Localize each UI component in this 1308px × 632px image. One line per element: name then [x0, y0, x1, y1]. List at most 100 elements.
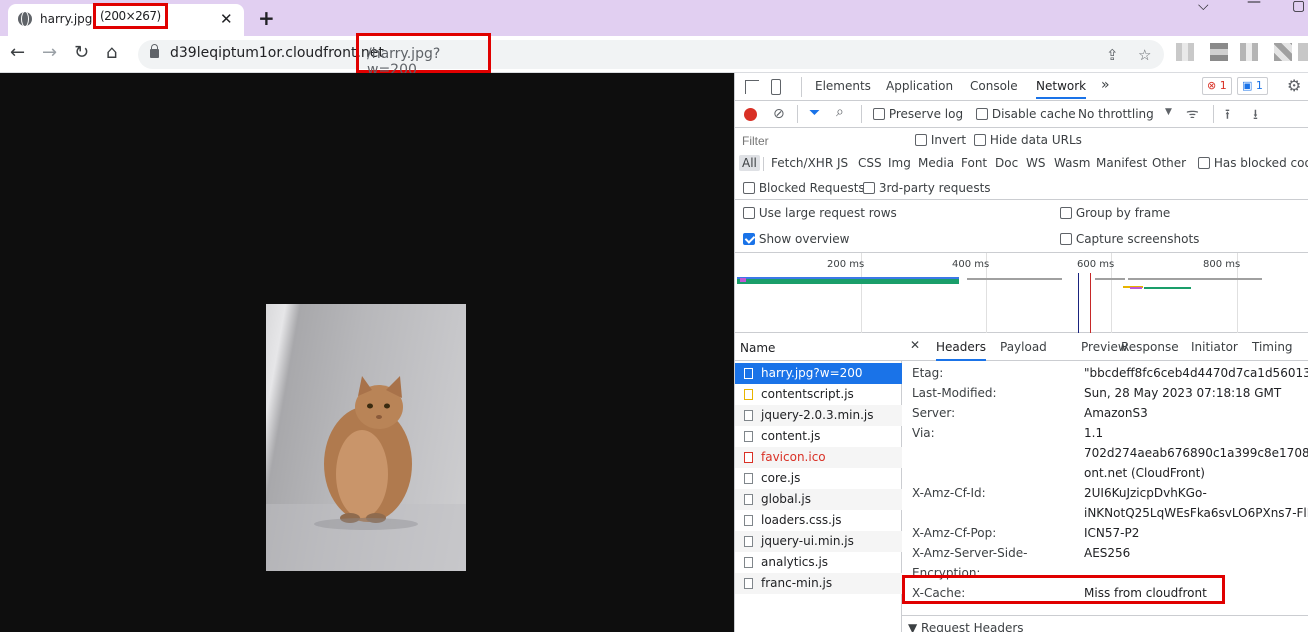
import-har-icon[interactable]: ⭱ — [1225, 104, 1230, 128]
disable-cache-checkbox[interactable]: Disable cache — [976, 107, 1076, 121]
tab-timing[interactable]: Timing — [1252, 340, 1293, 354]
type-img[interactable]: Img — [888, 156, 911, 170]
inspect-icon[interactable] — [745, 80, 759, 94]
reload-button[interactable]: ↻ — [74, 42, 89, 63]
clear-icon[interactable]: ⊘ — [773, 106, 785, 122]
type-other[interactable]: Other — [1152, 156, 1186, 170]
request-row[interactable]: contentscript.js — [735, 384, 902, 405]
checkbox[interactable] — [743, 182, 755, 194]
request-headers-section[interactable]: ▼ Request Headers — [902, 615, 1308, 632]
invert-checkbox[interactable]: Invert — [915, 133, 966, 147]
hide-data-urls-checkbox[interactable]: Hide data URLs — [974, 133, 1082, 147]
chevron-down-icon[interactable]: ⌵ — [1198, 0, 1209, 14]
large-rows-checkbox[interactable]: Use large request rows — [743, 206, 897, 220]
network-toolbar: ⊘ ⏷ ⌕ Preserve log Disable cache No thro… — [735, 101, 1308, 128]
type-all[interactable]: All — [739, 155, 760, 171]
request-row[interactable]: favicon.ico — [735, 447, 902, 468]
tab-network[interactable]: Network — [1036, 79, 1087, 99]
type-fetch-xhr[interactable]: Fetch/XHR — [771, 156, 833, 170]
checkbox[interactable] — [1060, 233, 1072, 245]
timeline-bar — [1128, 278, 1262, 280]
tab-application[interactable]: Application — [886, 79, 953, 93]
checkbox[interactable] — [915, 134, 927, 146]
minimize-button[interactable]: — — [1247, 0, 1261, 10]
tab-headers[interactable]: Headers — [936, 340, 986, 361]
request-headers-toggle[interactable]: ▼ Request Headers — [908, 621, 1024, 632]
message-badge[interactable]: ▣ 1 — [1237, 77, 1268, 95]
filter-icon[interactable]: ⏷ — [809, 105, 820, 121]
profile-avatar[interactable] — [1298, 43, 1308, 61]
type-manifest[interactable]: Manifest — [1096, 156, 1147, 170]
export-har-icon[interactable]: ⭳ — [1253, 104, 1258, 128]
type-js[interactable]: JS — [837, 156, 848, 170]
extension-icon[interactable] — [1274, 43, 1292, 61]
tab-response[interactable]: Response — [1121, 340, 1179, 354]
address-bar[interactable]: d39leqiptum1or.cloudfront.net /harry.jpg… — [138, 33, 1164, 78]
record-button[interactable] — [744, 108, 757, 121]
throttling-value: No throttling — [1078, 107, 1154, 121]
new-tab-button[interactable]: + — [258, 6, 275, 30]
type-css[interactable]: CSS — [858, 156, 882, 170]
preserve-log-checkbox[interactable]: Preserve log — [873, 107, 963, 121]
dropdown-arrow-icon[interactable]: ▼ — [1165, 107, 1172, 117]
type-wasm[interactable]: Wasm — [1054, 156, 1090, 170]
error-badge[interactable]: ⊗ 1 — [1202, 77, 1232, 95]
throttling-select[interactable]: No throttling — [1078, 107, 1154, 121]
type-ws[interactable]: WS — [1026, 156, 1045, 170]
third-party-checkbox[interactable]: 3rd-party requests — [863, 181, 991, 195]
has-blocked-cookies-label: Has blocked cook — [1213, 156, 1308, 170]
checkbox[interactable] — [743, 207, 755, 219]
group-by-frame-checkbox[interactable]: Group by frame — [1060, 206, 1170, 220]
network-overview[interactable]: 200 ms 400 ms 600 ms 800 ms — [735, 253, 1308, 333]
capture-screenshots-checkbox[interactable]: Capture screenshots — [1060, 232, 1199, 246]
request-row[interactable]: analytics.js — [735, 552, 902, 573]
checkbox[interactable] — [863, 182, 875, 194]
checkbox[interactable] — [1060, 207, 1072, 219]
back-button[interactable]: ← — [10, 42, 25, 63]
tab-close-icon[interactable]: ✕ — [220, 10, 233, 28]
checkbox[interactable] — [873, 108, 885, 120]
type-font[interactable]: Font — [961, 156, 987, 170]
request-row[interactable]: franc-min.js — [735, 573, 902, 594]
network-conditions-icon[interactable]: ᯤ — [1186, 104, 1199, 123]
type-doc[interactable]: Doc — [995, 156, 1018, 170]
checkbox[interactable] — [976, 108, 988, 120]
has-blocked-cookies-checkbox[interactable]: Has blocked cook — [1198, 156, 1308, 170]
file-icon — [744, 410, 753, 421]
show-overview-checkbox[interactable]: Show overview — [743, 232, 849, 246]
lock-icon[interactable] — [150, 44, 159, 58]
extension-icon[interactable] — [1176, 43, 1194, 61]
extension-icon[interactable] — [1240, 43, 1258, 61]
home-button[interactable]: ⌂ — [106, 42, 117, 63]
star-icon[interactable]: ☆ — [1138, 46, 1151, 64]
checkbox-checked[interactable] — [743, 233, 755, 245]
request-row[interactable]: harry.jpg?w=200 — [735, 363, 902, 384]
request-row[interactable]: jquery-ui.min.js — [735, 531, 902, 552]
name-column-header[interactable]: Name — [735, 333, 902, 361]
tab-payload[interactable]: Payload — [1000, 340, 1047, 354]
request-row[interactable]: loaders.css.js — [735, 510, 902, 531]
request-row[interactable]: content.js — [735, 426, 902, 447]
tab-elements[interactable]: Elements — [815, 79, 871, 93]
search-icon[interactable]: ⌕ — [836, 104, 844, 120]
more-tabs-button[interactable]: » — [1101, 77, 1110, 93]
header-value: 702d274aeab676890c1a399c8e170886.cloudfr — [1084, 446, 1308, 460]
checkbox[interactable] — [1198, 157, 1210, 169]
browser-tab[interactable]: harry.jpg (200×267) ✕ — [8, 3, 244, 36]
forward-button[interactable]: → — [42, 42, 57, 63]
blocked-requests-checkbox[interactable]: Blocked Requests — [743, 181, 865, 195]
extension-icon[interactable] — [1210, 43, 1228, 61]
gear-icon[interactable]: ⚙ — [1287, 76, 1301, 95]
tab-initiator[interactable]: Initiator — [1191, 340, 1238, 354]
tab-console[interactable]: Console — [970, 79, 1018, 93]
close-icon[interactable]: ✕ — [910, 338, 920, 352]
checkbox[interactable] — [974, 134, 986, 146]
request-row[interactable]: global.js — [735, 489, 902, 510]
filter-input[interactable] — [739, 132, 902, 150]
request-row[interactable]: core.js — [735, 468, 902, 489]
device-toolbar-icon[interactable] — [771, 79, 781, 95]
restore-button[interactable]: ▢ — [1292, 0, 1305, 14]
type-media[interactable]: Media — [918, 156, 954, 170]
request-row[interactable]: jquery-2.0.3.min.js — [735, 405, 902, 426]
share-icon[interactable]: ⇪ — [1106, 46, 1119, 64]
